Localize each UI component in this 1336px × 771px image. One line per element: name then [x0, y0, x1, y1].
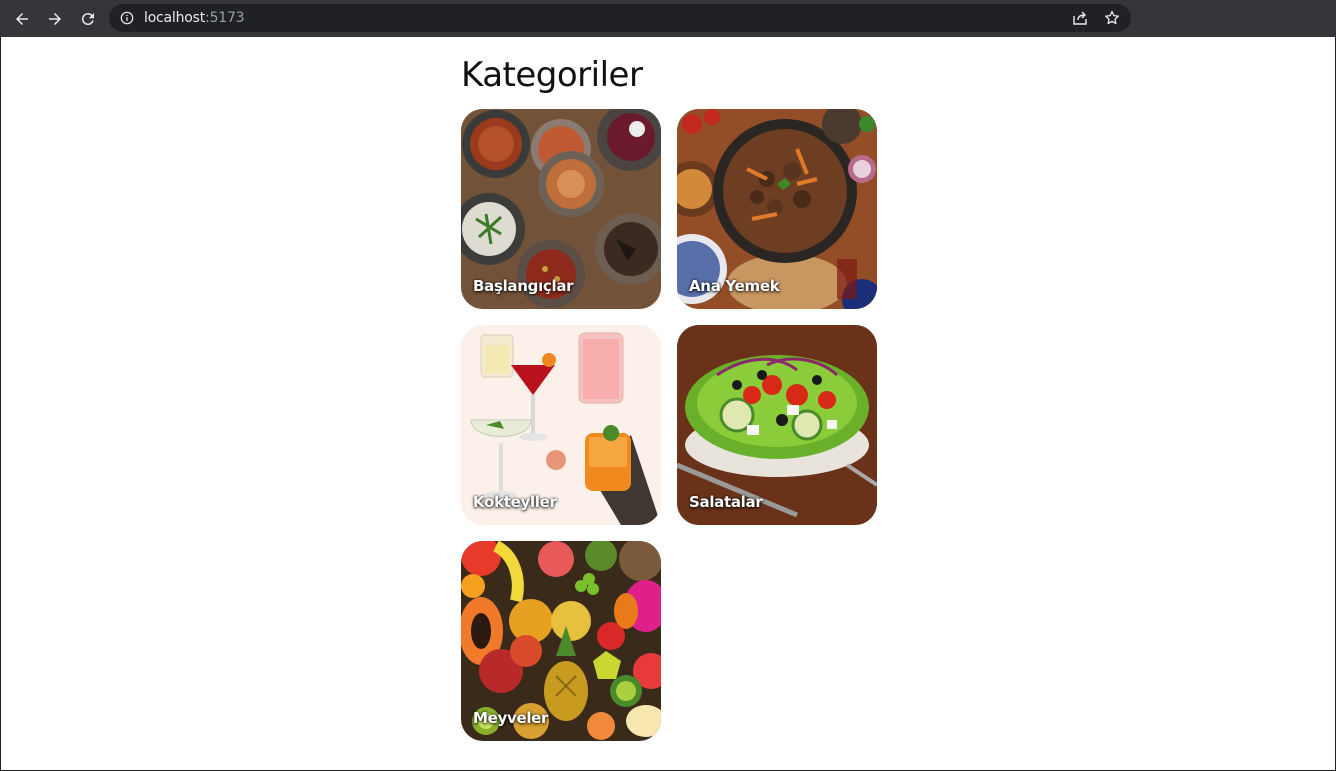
url-port: :5173	[205, 10, 245, 26]
address-bar[interactable]: localhost:5173	[109, 4, 1131, 32]
category-card-cocktails[interactable]: Kokteyller	[461, 325, 661, 525]
page-title: Kategoriler	[461, 55, 643, 95]
bookmark-star-icon[interactable]	[1103, 9, 1121, 27]
category-label: Kokteyller	[473, 493, 557, 511]
category-card-fruits[interactable]: Meyveler	[461, 541, 661, 741]
forward-icon[interactable]	[41, 5, 69, 33]
category-label: Ana Yemek	[689, 277, 780, 295]
category-card-salads[interactable]: Salatalar	[677, 325, 877, 525]
url-host: localhost	[144, 10, 206, 26]
info-icon[interactable]	[120, 11, 134, 25]
back-icon[interactable]	[8, 5, 36, 33]
category-card-main-course[interactable]: Ana Yemek	[677, 109, 877, 309]
category-card-appetizers[interactable]: Başlangıçlar	[461, 109, 661, 309]
url-text: localhost:5173	[144, 10, 245, 26]
category-label: Meyveler	[473, 709, 549, 727]
share-icon[interactable]	[1071, 9, 1089, 27]
page-content: Kategoriler Başlangıçlar Ana Yemek Kokte…	[0, 37, 1336, 771]
category-label: Salatalar	[689, 493, 763, 511]
browser-toolbar: localhost:5173	[0, 0, 1336, 37]
category-label: Başlangıçlar	[473, 277, 574, 295]
reload-icon[interactable]	[74, 5, 102, 33]
category-grid: Başlangıçlar Ana Yemek Kokteyller Salata…	[461, 109, 877, 741]
